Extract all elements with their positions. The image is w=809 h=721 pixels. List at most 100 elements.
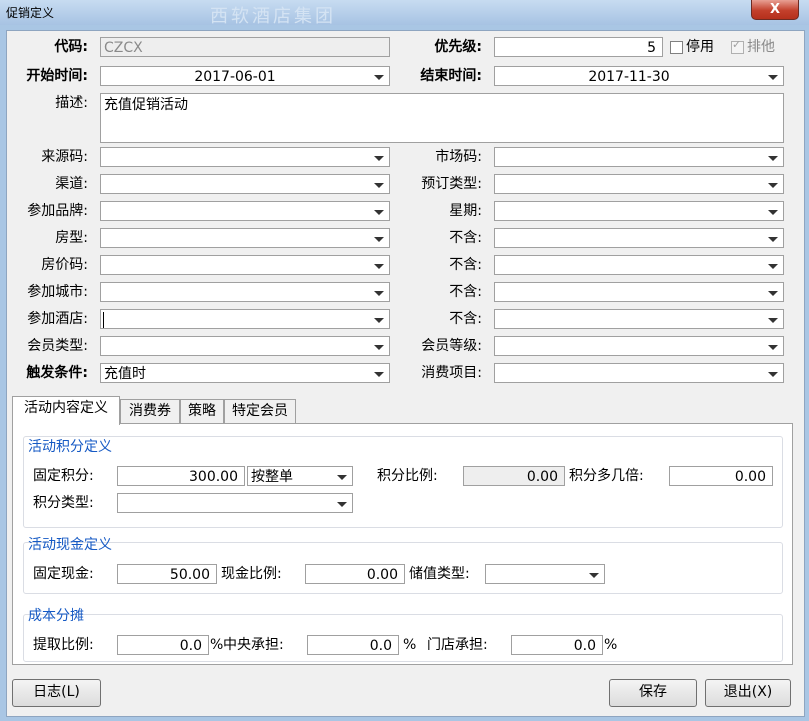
member-level-label: 会员等级: bbox=[421, 338, 482, 354]
chevron-down-icon bbox=[768, 210, 778, 215]
description-field[interactable]: 充值促销活动 bbox=[100, 93, 784, 143]
fixed-points-label: 固定积分: bbox=[33, 468, 94, 484]
exit-button[interactable]: 退出(X) bbox=[705, 679, 791, 707]
weekday-label: 星期: bbox=[449, 203, 482, 219]
exclude-checkbox[interactable]: ✓ bbox=[731, 38, 744, 54]
chevron-down-icon bbox=[374, 75, 384, 80]
code-label: 代码: bbox=[54, 39, 88, 55]
market-code-select[interactable] bbox=[494, 147, 784, 167]
chevron-down-icon bbox=[374, 237, 384, 242]
store-share-field[interactable]: 0.0 bbox=[511, 635, 603, 655]
priority-label: 优先级: bbox=[434, 39, 482, 55]
source-code-select[interactable] bbox=[100, 147, 390, 167]
channel-select[interactable] bbox=[100, 174, 390, 194]
chevron-down-icon bbox=[768, 318, 778, 323]
end-time-label: 结束时间: bbox=[420, 68, 482, 84]
tab-activity-content[interactable]: 活动内容定义 bbox=[12, 396, 120, 425]
window-title: 促销定义 bbox=[6, 6, 55, 20]
rate-code-select[interactable] bbox=[100, 255, 390, 275]
text-caret bbox=[103, 312, 104, 328]
room-type-select[interactable] bbox=[100, 228, 390, 248]
market-code-label: 市场码: bbox=[435, 149, 482, 165]
watermark: 西软酒店集团 bbox=[210, 6, 336, 27]
start-time-picker[interactable]: 2017-06-01 bbox=[100, 66, 390, 86]
chevron-down-icon bbox=[374, 156, 384, 161]
trigger-select[interactable]: 充值时 bbox=[100, 363, 390, 383]
booking-type-select[interactable] bbox=[494, 174, 784, 194]
fixed-cash-field[interactable]: 50.00 bbox=[117, 564, 217, 584]
city-label: 参加城市: bbox=[27, 284, 88, 300]
hotel-label: 参加酒店: bbox=[27, 311, 88, 327]
chevron-down-icon bbox=[374, 264, 384, 269]
close-icon: X bbox=[769, 2, 781, 17]
exclude-2-select[interactable] bbox=[494, 255, 784, 275]
exclude-label: 排他 bbox=[747, 39, 775, 55]
tab-coupons[interactable]: 消费券 bbox=[120, 399, 180, 424]
rounding-select[interactable]: 按整单 bbox=[247, 466, 353, 486]
rounding-value: 按整单 bbox=[251, 469, 293, 485]
save-button[interactable]: 保存 bbox=[609, 679, 697, 707]
points-group-title: 活动积分定义 bbox=[28, 439, 112, 455]
checkmark-icon: ✓ bbox=[732, 38, 742, 51]
fixed-points-value: 300.00 bbox=[189, 469, 238, 485]
member-type-label: 会员类型: bbox=[27, 338, 88, 354]
chevron-down-icon bbox=[768, 75, 778, 80]
extract-ratio-field[interactable]: 0.0 bbox=[117, 635, 209, 655]
extract-pct: % bbox=[210, 637, 224, 653]
cost-group-title: 成本分摊 bbox=[28, 608, 84, 624]
chevron-down-icon bbox=[374, 372, 384, 377]
central-share-label: 中央承担: bbox=[223, 637, 284, 653]
fixed-cash-value: 50.00 bbox=[169, 567, 210, 583]
fixed-cash-label: 固定现金: bbox=[33, 566, 94, 582]
code-field[interactable]: CZCX bbox=[100, 37, 390, 57]
member-level-select[interactable] bbox=[494, 336, 784, 356]
end-time-picker[interactable]: 2017-11-30 bbox=[494, 66, 784, 86]
tab-panel: 活动积分定义 固定积分: 300.00 按整单 积分比例: 0.00 积分多几倍… bbox=[12, 423, 793, 665]
central-share-field[interactable]: 0.0 bbox=[307, 635, 399, 655]
chevron-down-icon bbox=[768, 291, 778, 296]
store-type-select[interactable] bbox=[485, 564, 605, 584]
trigger-value: 充值时 bbox=[104, 366, 146, 382]
exclude-3-label: 不含: bbox=[449, 284, 482, 300]
log-button[interactable]: 日志(L) bbox=[12, 679, 101, 707]
central-pct: % bbox=[403, 637, 417, 653]
points-type-select[interactable] bbox=[117, 493, 353, 513]
start-time-value: 2017-06-01 bbox=[194, 69, 276, 85]
points-multiple-field[interactable]: 0.00 bbox=[669, 466, 773, 486]
source-code-label: 来源码: bbox=[41, 149, 88, 165]
priority-field[interactable]: 5 bbox=[494, 37, 663, 57]
extract-ratio-label: 提取比例: bbox=[33, 637, 94, 653]
weekday-select[interactable] bbox=[494, 201, 784, 221]
exclude-4-select[interactable] bbox=[494, 309, 784, 329]
hotel-select[interactable] bbox=[100, 309, 390, 329]
code-value: CZCX bbox=[104, 40, 143, 56]
booking-type-label: 预订类型: bbox=[421, 176, 482, 192]
tab-strategy[interactable]: 策略 bbox=[180, 399, 224, 424]
chevron-down-icon bbox=[768, 264, 778, 269]
description-value: 充值促销活动 bbox=[104, 97, 188, 113]
start-time-label: 开始时间: bbox=[26, 68, 88, 84]
city-select[interactable] bbox=[100, 282, 390, 302]
store-share-label: 门店承担: bbox=[427, 637, 488, 653]
chevron-down-icon bbox=[374, 210, 384, 215]
member-type-select[interactable] bbox=[100, 336, 390, 356]
end-time-value: 2017-11-30 bbox=[588, 69, 670, 85]
exclude-3-select[interactable] bbox=[494, 282, 784, 302]
points-multiple-label: 积分多几倍: bbox=[569, 468, 644, 484]
close-button[interactable]: X bbox=[751, 0, 799, 20]
tab-specific-members[interactable]: 特定会员 bbox=[224, 399, 296, 424]
fixed-points-field[interactable]: 300.00 bbox=[117, 466, 245, 486]
trigger-label: 触发条件: bbox=[26, 365, 88, 381]
cash-group-title: 活动现金定义 bbox=[28, 537, 112, 553]
exclude-1-label: 不含: bbox=[449, 230, 482, 246]
extract-ratio-value: 0.0 bbox=[179, 638, 202, 654]
brand-select[interactable] bbox=[100, 201, 390, 221]
consumption-item-select[interactable] bbox=[494, 363, 784, 383]
cash-ratio-field[interactable]: 0.00 bbox=[305, 564, 405, 584]
chevron-down-icon bbox=[589, 573, 599, 578]
store-pct: % bbox=[604, 637, 618, 653]
exclude-1-select[interactable] bbox=[494, 228, 784, 248]
points-ratio-field[interactable]: 0.00 bbox=[463, 466, 565, 486]
chevron-down-icon bbox=[768, 372, 778, 377]
disable-checkbox[interactable] bbox=[670, 41, 683, 54]
